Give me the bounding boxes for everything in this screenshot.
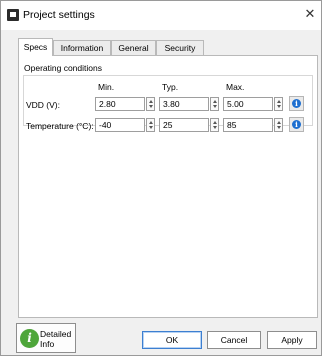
temperature-info-button[interactable]: i [289,117,304,132]
temperature-min-spinner[interactable] [146,118,155,132]
vdd-info-button[interactable]: i [289,96,304,111]
temperature-typ-input[interactable]: 25 [159,118,209,132]
vdd-typ-input[interactable]: 3.80 [159,97,209,111]
vdd-max-spinner[interactable] [274,97,283,111]
detailed-info-label: Detailed Info [40,329,72,349]
apply-button[interactable]: Apply [267,331,317,349]
column-header-max: Max. [226,82,245,92]
cancel-button[interactable]: Cancel [207,331,261,349]
tab-general[interactable]: General [111,40,156,55]
column-header-min: Min. [98,82,115,92]
vdd-min-input[interactable]: 2.80 [95,97,145,111]
info-green-icon: i [20,329,39,348]
vdd-label: VDD (V): [26,100,60,110]
ok-button[interactable]: OK [142,331,202,349]
tab-information[interactable]: Information [53,40,111,55]
temperature-label: Temperature (°C): [26,121,94,131]
close-icon[interactable]: ✕ [303,6,317,22]
temperature-typ-spinner[interactable] [210,118,219,132]
vdd-typ-spinner[interactable] [210,97,219,111]
column-header-typ: Typ. [162,82,179,92]
section-title: Operating conditions [24,63,102,73]
window-title: Project settings [23,9,95,21]
vdd-max-input[interactable]: 5.00 [223,97,273,111]
temperature-min-input[interactable]: -40 [95,118,145,132]
app-icon [7,9,19,21]
tab-specs[interactable]: Specs [18,38,53,56]
title-bar: Project settings ✕ [1,1,321,30]
vdd-min-spinner[interactable] [146,97,155,111]
project-settings-dialog: Project settings ✕ Specs Information Gen… [0,0,322,356]
info-icon: i [292,99,301,108]
specs-panel: Operating conditions Min. Typ. Max. VDD … [18,55,318,318]
tab-security[interactable]: Security [156,40,204,55]
info-icon: i [292,120,301,129]
temperature-max-input[interactable]: 85 [223,118,273,132]
detailed-info-button[interactable]: i Detailed Info [16,323,76,353]
temperature-max-spinner[interactable] [274,118,283,132]
